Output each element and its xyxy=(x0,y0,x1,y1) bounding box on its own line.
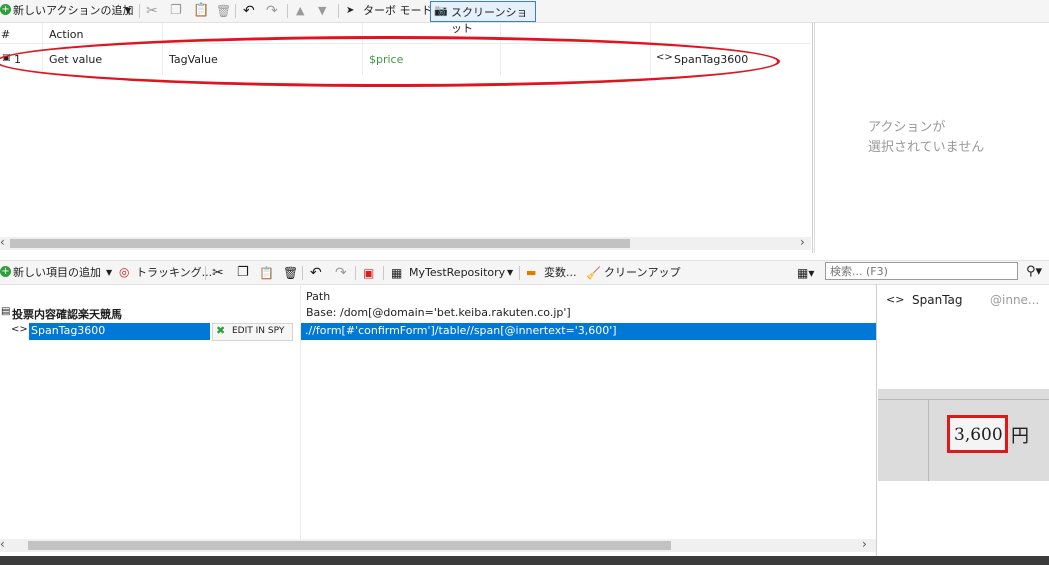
dropdown-arrow-icon[interactable]: ▼ xyxy=(507,265,513,281)
annotation-highlight xyxy=(0,36,780,87)
add-item-button[interactable]: 新しい項目の追加 xyxy=(13,265,101,281)
scroll-thumb[interactable] xyxy=(28,541,671,550)
repository-tree: Path ▤ 投票内容確認楽天競馬 Base: /dom[@domain='be… xyxy=(0,284,877,556)
add-action-button[interactable]: 新しいアクションの追加 xyxy=(13,3,133,19)
cut-icon[interactable]: ✂ xyxy=(146,3,158,19)
actions-table: # Action ▣ 1 Get value TagValue $price <… xyxy=(0,23,813,253)
turbo-mode-button[interactable]: ターボ モード xyxy=(363,3,433,19)
status-strip xyxy=(0,556,1049,565)
tree-root-row[interactable]: ▤ 投票内容確認楽天競馬 Base: /dom[@domain='bet.kei… xyxy=(0,305,876,322)
scroll-right-icon[interactable]: › xyxy=(800,235,805,249)
code-tag-icon: <> xyxy=(886,293,905,306)
preview-panel: <> SpanTag @inne... 3,600 円 xyxy=(878,284,1049,556)
delete-icon[interactable]: 🗑 xyxy=(283,265,298,281)
variable-icon: ▬ xyxy=(526,266,537,279)
repo-h-scrollbar[interactable]: ‹ › xyxy=(0,537,876,552)
preview-title: SpanTag xyxy=(912,293,963,307)
column-chooser-icon[interactable]: ▦▾ xyxy=(797,265,814,281)
tracking-button[interactable]: トラッキング... xyxy=(136,265,212,281)
undo-icon[interactable]: ↶ xyxy=(310,265,322,281)
cut-icon[interactable]: ✂ xyxy=(212,265,224,281)
child-path-selected[interactable]: .//form[#'confirmForm']/table//span[@inn… xyxy=(301,323,876,340)
child-name-selected[interactable]: SpanTag3600 xyxy=(29,323,210,340)
repository-toolbar: + 新しい項目の追加 ▼ ◎ トラッキング... ✂ ❐ 📋 🗑 ↶ ↷ ▣ ▦… xyxy=(0,260,1049,285)
column-action[interactable]: Action xyxy=(49,28,83,41)
copy-icon[interactable]: ❐ xyxy=(170,3,182,19)
root-path: Base: /dom[@domain='bet.keiba.rakuten.co… xyxy=(306,306,571,319)
camera-icon: 📷 xyxy=(434,4,448,17)
redo-icon[interactable]: ↷ xyxy=(335,265,347,281)
add-circle-icon[interactable]: + xyxy=(0,4,11,15)
repository-icon: ▦ xyxy=(391,266,403,280)
move-up-icon[interactable]: ▲ xyxy=(296,3,304,19)
edit-in-spy-button[interactable]: ✖ EDIT IN SPY xyxy=(212,323,293,341)
paste-icon[interactable]: 📋 xyxy=(193,3,209,19)
scroll-thumb[interactable] xyxy=(10,239,630,248)
cleanup-button[interactable]: クリーンアップ xyxy=(604,265,680,281)
scroll-right-icon[interactable]: › xyxy=(862,537,867,551)
code-tag-icon: <> xyxy=(11,324,28,335)
turbo-icon: ➤ xyxy=(346,5,355,16)
dropdown-arrow-icon[interactable]: ▼ xyxy=(125,3,131,19)
scroll-left-icon[interactable]: ‹ xyxy=(0,235,5,249)
yen-symbol: 円 xyxy=(1011,426,1029,447)
page-icon: ▤ xyxy=(1,306,11,317)
variables-button[interactable]: 変数... xyxy=(544,265,577,281)
price-highlight: 3,600 xyxy=(947,415,1008,453)
root-name: 投票内容確認楽天競馬 xyxy=(12,308,122,321)
add-circle-icon[interactable]: + xyxy=(0,266,11,277)
empty-message: アクションが 選択されていません xyxy=(868,120,985,155)
repository-selector[interactable]: MyTestRepository xyxy=(409,265,505,281)
highlight-icon[interactable]: ▣ xyxy=(363,265,374,281)
redo-icon[interactable]: ↷ xyxy=(266,3,278,19)
column-number[interactable]: # xyxy=(1,28,10,41)
search-input[interactable] xyxy=(825,262,1018,280)
properties-panel: アクションが 選択されていません xyxy=(814,23,1049,253)
broom-icon: 🧹 xyxy=(586,266,601,280)
search-icon[interactable]: ⚲▾ xyxy=(1026,264,1042,280)
copy-icon[interactable]: ❐ xyxy=(237,265,249,281)
undo-icon[interactable]: ↶ xyxy=(243,3,255,19)
move-down-icon[interactable]: ▼ xyxy=(318,3,326,19)
preview-subtitle: @inne... xyxy=(990,293,1040,307)
path-column-header[interactable]: Path xyxy=(306,290,330,303)
screenshot-button[interactable]: 📷 スクリーンショット xyxy=(430,1,536,35)
tree-child-row[interactable]: <> SpanTag3600 ✖ EDIT IN SPY .//form[#'c… xyxy=(0,323,876,341)
actions-h-scrollbar[interactable]: ‹ › xyxy=(0,235,811,250)
scroll-left-icon[interactable]: ‹ xyxy=(0,537,5,551)
tracking-icon: ◎ xyxy=(119,265,130,279)
screenshot-preview: 3,600 円 xyxy=(878,389,1049,481)
spy-icon: ✖ xyxy=(216,324,226,337)
paste-icon[interactable]: 📋 xyxy=(259,265,274,281)
action-toolbar: + 新しいアクションの追加 ▼ ✂ ❐ 📋 🗑 ↶ ↷ ▲ ▼ ➤ ターボ モー… xyxy=(0,0,1049,35)
delete-icon[interactable]: 🗑 xyxy=(216,3,231,19)
dropdown-arrow-icon[interactable]: ▼ xyxy=(106,265,112,281)
